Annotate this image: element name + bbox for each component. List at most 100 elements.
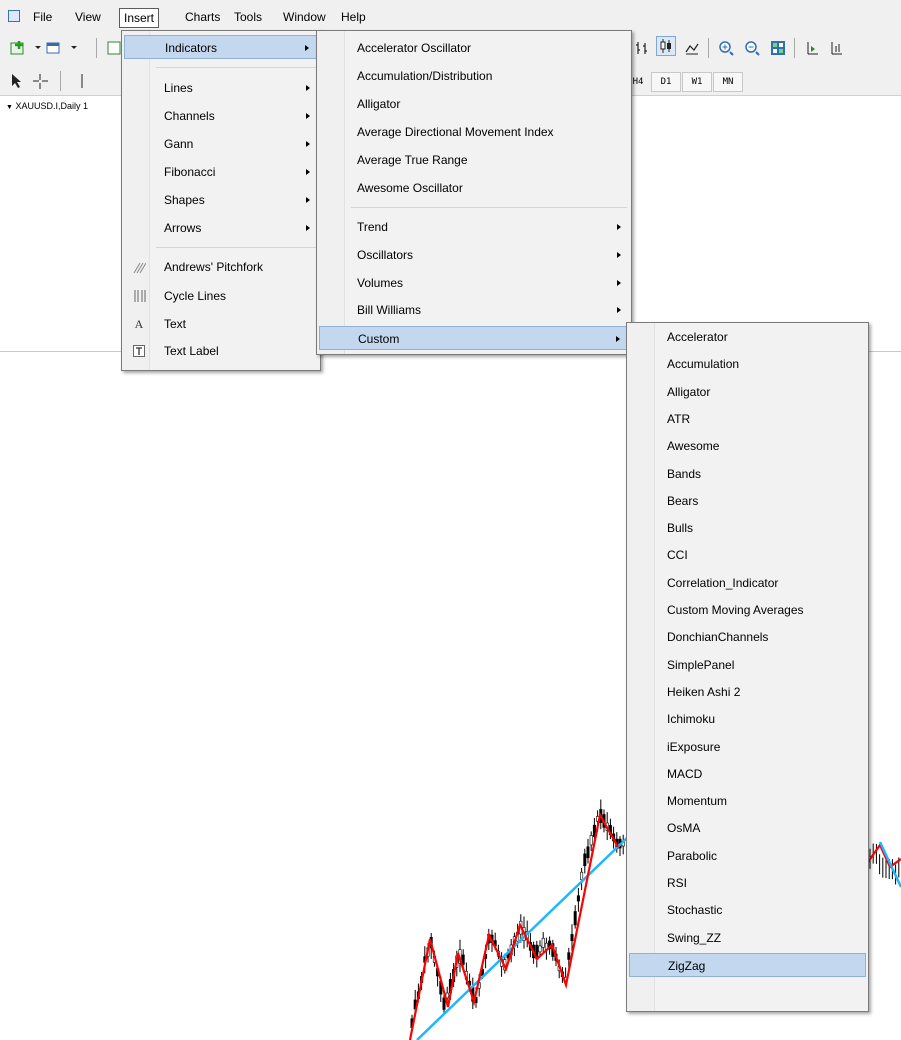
insert-item-andrews-pitchfork[interactable]: Andrews' Pitchfork (124, 255, 318, 279)
custom-item-label: Stochastic (667, 903, 723, 917)
menu-window[interactable]: Window (279, 8, 330, 28)
insert-item-shapes[interactable]: Shapes (124, 188, 318, 212)
indicators-item-volumes[interactable]: Volumes (319, 271, 629, 295)
candle-body (541, 937, 545, 948)
zoom-in-icon[interactable] (716, 38, 736, 58)
insert-item-channels[interactable]: Channels (124, 104, 318, 128)
custom-item-simplepanel[interactable]: SimplePanel (629, 653, 866, 677)
insert-item-text[interactable]: A Text (124, 312, 318, 336)
indicators-item-trend[interactable]: Trend (319, 215, 629, 239)
custom-item-stochastic[interactable]: Stochastic (629, 898, 866, 922)
custom-item-bands[interactable]: Bands (629, 462, 866, 486)
insert-item-arrows[interactable]: Arrows (124, 216, 318, 240)
new-chart-icon[interactable] (8, 38, 28, 58)
insert-item-label: Gann (164, 137, 194, 151)
custom-item-iexposure[interactable]: iExposure (629, 735, 866, 759)
indicators-item-bill-williams[interactable]: Bill Williams (319, 298, 629, 322)
insert-item-cycle-lines[interactable]: Cycle Lines (124, 284, 318, 308)
submenu-arrow-icon (306, 197, 310, 203)
candle-body (570, 934, 574, 941)
vertical-line-icon[interactable] (72, 71, 92, 91)
indicators-item-accelerator-oscillator[interactable]: Accelerator Oscillator (319, 36, 629, 60)
indicators-item-average-true-range[interactable]: Average True Range (319, 148, 629, 172)
custom-item-cci[interactable]: CCI (629, 543, 866, 567)
chart-shift-icon[interactable] (802, 38, 822, 58)
custom-item-donchianchannels[interactable]: DonchianChannels (629, 625, 866, 649)
custom-item-label: ZigZag (668, 959, 706, 973)
custom-item-awesome[interactable]: Awesome (629, 434, 866, 458)
indicators-item-oscillators[interactable]: Oscillators (319, 243, 629, 267)
menu-insert[interactable]: Insert (119, 8, 160, 28)
menu-charts[interactable]: Charts (181, 8, 224, 28)
cursor-icon[interactable] (6, 71, 26, 91)
crosshair-icon[interactable] (30, 71, 50, 91)
indicators-item-alligator[interactable]: Alligator (319, 92, 629, 116)
custom-item-custom-moving-averages[interactable]: Custom Moving Averages (629, 598, 866, 622)
bar-chart-icon[interactable] (632, 38, 652, 58)
auto-scroll-icon[interactable] (826, 38, 846, 58)
tile-windows-icon[interactable] (768, 38, 788, 58)
custom-item-label: Bears (667, 494, 699, 508)
custom-item-zigzag[interactable]: ZigZag (629, 953, 866, 977)
custom-item-label: Parabolic (667, 849, 718, 863)
custom-item-osma[interactable]: OsMA (629, 816, 866, 840)
custom-item-accelerator[interactable]: Accelerator (629, 325, 866, 349)
custom-item-label: Accumulation (667, 357, 740, 371)
toolbar-separator (794, 38, 795, 58)
insert-item-gann[interactable]: Gann (124, 132, 318, 156)
menu-tools[interactable]: Tools (230, 8, 266, 28)
custom-item-alligator[interactable]: Alligator (629, 380, 866, 404)
indicators-item-average-directional-movement-index[interactable]: Average Directional Movement Index (319, 120, 629, 144)
indicators-item-awesome-oscillator[interactable]: Awesome Oscillator (319, 176, 629, 200)
insert-item-lines[interactable]: Lines (124, 76, 318, 100)
custom-item-atr[interactable]: ATR (629, 407, 866, 431)
timeframe-d1[interactable]: D1 (651, 72, 681, 92)
custom-item-label: Correlation_Indicator (667, 576, 779, 590)
toolbar-separator (708, 38, 709, 58)
custom-item-macd[interactable]: MACD (629, 762, 866, 786)
menu-view[interactable]: View (71, 8, 105, 28)
insert-item-indicators[interactable]: Indicators (124, 35, 318, 59)
candle-body (589, 835, 593, 846)
timeframe-w1[interactable]: W1 (682, 72, 712, 92)
custom-item-ichimoku[interactable]: Ichimoku (629, 707, 866, 731)
custom-item-correlation-indicator[interactable]: Correlation_Indicator (629, 571, 866, 595)
menu-file[interactable]: File (29, 8, 56, 28)
insert-item-label: Fibonacci (164, 165, 216, 179)
timeframe-mn[interactable]: MN (713, 72, 743, 92)
indicators-item-accumulation-distribution[interactable]: Accumulation/Distribution (319, 64, 629, 88)
cycle-lines-icon (132, 289, 146, 303)
custom-item-rsi[interactable]: RSI (629, 871, 866, 895)
custom-item-bears[interactable]: Bears (629, 489, 866, 513)
custom-indicators-submenu: Accelerator Accumulation Alligator ATR Aweso… (626, 322, 869, 1012)
insert-item-label: Lines (164, 81, 193, 95)
indicators-item-label: Trend (357, 220, 388, 234)
custom-item-momentum[interactable]: Momentum (629, 789, 866, 813)
app-icon (8, 10, 20, 22)
profiles-icon[interactable] (44, 38, 64, 58)
indicators-item-custom[interactable]: Custom (319, 326, 629, 350)
candle-body (442, 997, 446, 1010)
custom-item-heiken-ashi-2[interactable]: Heiken Ashi 2 (629, 680, 866, 704)
custom-item-parabolic[interactable]: Parabolic (629, 844, 866, 868)
submenu-arrow-icon (306, 225, 310, 231)
insert-item-fibonacci[interactable]: Fibonacci (124, 160, 318, 184)
custom-item-label: Swing_ZZ (667, 931, 722, 945)
insert-item-text-label[interactable]: Text Label (124, 339, 318, 363)
custom-item-label: DonchianChannels (667, 630, 769, 644)
zoom-out-icon[interactable] (742, 38, 762, 58)
toolbar-separator (60, 71, 61, 91)
candle-body (576, 895, 580, 902)
submenu-arrow-icon (617, 224, 621, 230)
custom-item-label: Bands (667, 467, 702, 481)
custom-item-bulls[interactable]: Bulls (629, 516, 866, 540)
line-chart-icon[interactable] (682, 38, 702, 58)
candlestick-chart-icon[interactable] (656, 36, 676, 56)
custom-item-swing-zz[interactable]: Swing_ZZ (629, 926, 866, 950)
custom-item-label: Custom Moving Averages (667, 603, 804, 617)
custom-item-accumulation[interactable]: Accumulation (629, 352, 866, 376)
candle-body (583, 853, 587, 867)
trend-line (416, 836, 629, 1040)
dropdown-arrow-icon[interactable] (64, 38, 84, 58)
menu-help[interactable]: Help (337, 8, 370, 28)
